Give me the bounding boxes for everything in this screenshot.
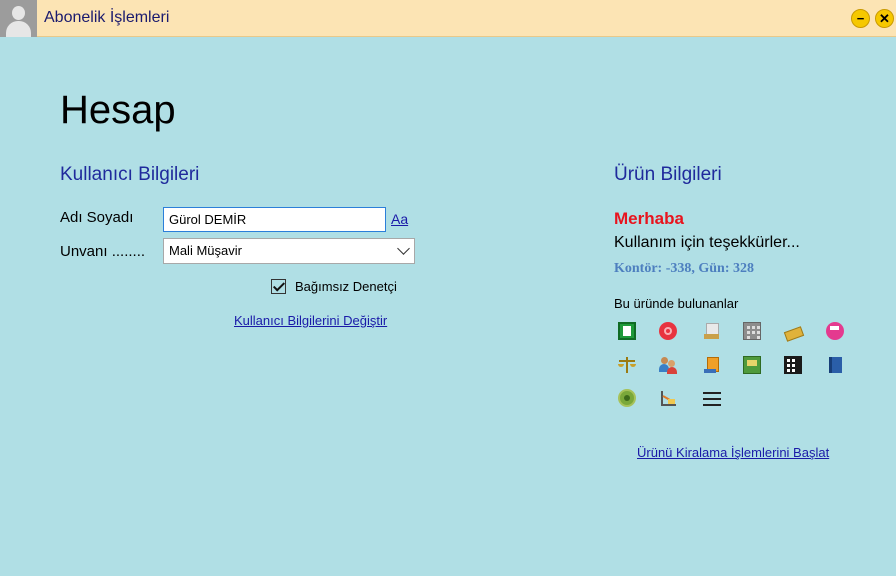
- scales-icon[interactable]: [618, 356, 636, 374]
- name-label: Adı Soyadı: [60, 209, 134, 226]
- green-ledger-icon[interactable]: [618, 322, 636, 340]
- features-title: Bu üründe bulunanlar: [614, 296, 739, 311]
- minimize-button[interactable]: −: [851, 9, 870, 28]
- page-title: Hesap: [60, 88, 176, 132]
- red-circle-icon[interactable]: [659, 322, 677, 340]
- title-select-value: Mali Müşavir: [169, 243, 242, 258]
- document-stack-icon[interactable]: [702, 322, 720, 340]
- building-icon[interactable]: [743, 322, 761, 340]
- green-gear-icon[interactable]: [618, 389, 636, 407]
- greeting-text: Merhaba: [614, 209, 684, 228]
- title-label: Unvanı ........: [60, 243, 146, 260]
- product-info-title: Ürün Bilgileri: [614, 164, 722, 185]
- font-link[interactable]: Aa: [391, 211, 408, 227]
- pink-circle-icon[interactable]: [826, 322, 844, 340]
- menu-icon[interactable]: [702, 389, 721, 407]
- title-bar: Abonelik İşlemleri − ✕: [0, 0, 896, 37]
- credit-text: Kontör: -338, Gün: 328: [614, 261, 754, 276]
- independent-auditor-checkbox[interactable]: [271, 279, 286, 294]
- user-avatar-icon: [0, 0, 37, 37]
- account-window: Abonelik İşlemleri − ✕ Hesap Kullanıcı B…: [0, 0, 896, 576]
- user-info-title: Kullanıcı Bilgileri: [60, 164, 200, 185]
- blue-book-icon[interactable]: [826, 356, 844, 374]
- chevron-down-icon: [397, 242, 410, 255]
- checkmark-icon: [272, 279, 286, 292]
- name-field[interactable]: Gürol DEMİR: [163, 207, 386, 232]
- title-select[interactable]: Mali Müşavir: [163, 238, 415, 264]
- independent-auditor-label[interactable]: Bağımsız Denetçi: [295, 279, 397, 294]
- close-button[interactable]: ✕: [875, 9, 894, 28]
- change-user-info-link[interactable]: Kullanıcı Bilgilerini Değiştir: [234, 313, 387, 328]
- start-rental-link[interactable]: Ürünü Kiralama İşlemlerini Başlat: [637, 445, 829, 460]
- calculator-icon[interactable]: [784, 356, 802, 374]
- money-bundle-icon[interactable]: [783, 324, 805, 342]
- orange-document-icon[interactable]: [702, 356, 720, 374]
- people-icon[interactable]: [659, 356, 677, 374]
- window-title: Abonelik İşlemleri: [44, 9, 170, 26]
- chart-icon[interactable]: [659, 389, 677, 407]
- image-file-icon[interactable]: [743, 356, 761, 374]
- thanks-text: Kullanım için teşekkürler...: [614, 234, 800, 251]
